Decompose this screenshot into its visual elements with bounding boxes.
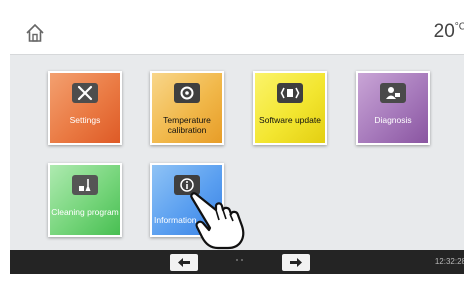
information-label: Information xyxy=(154,215,197,225)
home-icon[interactable] xyxy=(24,22,46,44)
previous-page-button[interactable] xyxy=(170,254,198,271)
temperature-calibration-label: Temperature calibration xyxy=(163,115,211,135)
tools-icon xyxy=(72,83,98,103)
information-tile[interactable]: Information xyxy=(150,163,224,237)
temperature-calibration-tile[interactable]: Temperature calibration xyxy=(150,71,224,145)
chip-icon xyxy=(277,83,303,103)
page-dots-icon xyxy=(236,259,246,263)
device-screen: 20°C Settings Temperature calibration So… xyxy=(10,10,464,274)
cleaning-icon xyxy=(72,175,98,195)
software-update-tile[interactable]: Software update xyxy=(253,71,327,145)
cleaning-program-tile[interactable]: Cleaning program xyxy=(48,163,122,237)
settings-label: Settings xyxy=(69,115,101,125)
header-bar: 20°C xyxy=(10,10,464,55)
arrow-left-icon xyxy=(178,258,190,267)
page-dot xyxy=(241,259,243,261)
info-icon xyxy=(174,175,200,195)
disc-icon xyxy=(174,83,200,103)
arrow-right-icon xyxy=(290,258,302,267)
diagnosis-tile[interactable]: Diagnosis xyxy=(356,71,430,145)
settings-tile[interactable]: Settings xyxy=(48,71,122,145)
diagnosis-label: Diagnosis xyxy=(374,115,412,125)
temperature-value: 20 xyxy=(433,21,455,42)
software-update-label: Software update xyxy=(259,115,321,125)
next-page-button[interactable] xyxy=(282,254,310,271)
temperature-unit: °C xyxy=(454,21,464,33)
bottom-bar: 12:32:28 xyxy=(10,250,464,274)
clock-time: 12:32:28 xyxy=(434,257,464,266)
technician-icon xyxy=(380,83,406,103)
cleaning-program-label: Cleaning program xyxy=(51,207,119,217)
page-dot xyxy=(236,259,238,261)
temperature-display: 20°C xyxy=(434,21,464,43)
